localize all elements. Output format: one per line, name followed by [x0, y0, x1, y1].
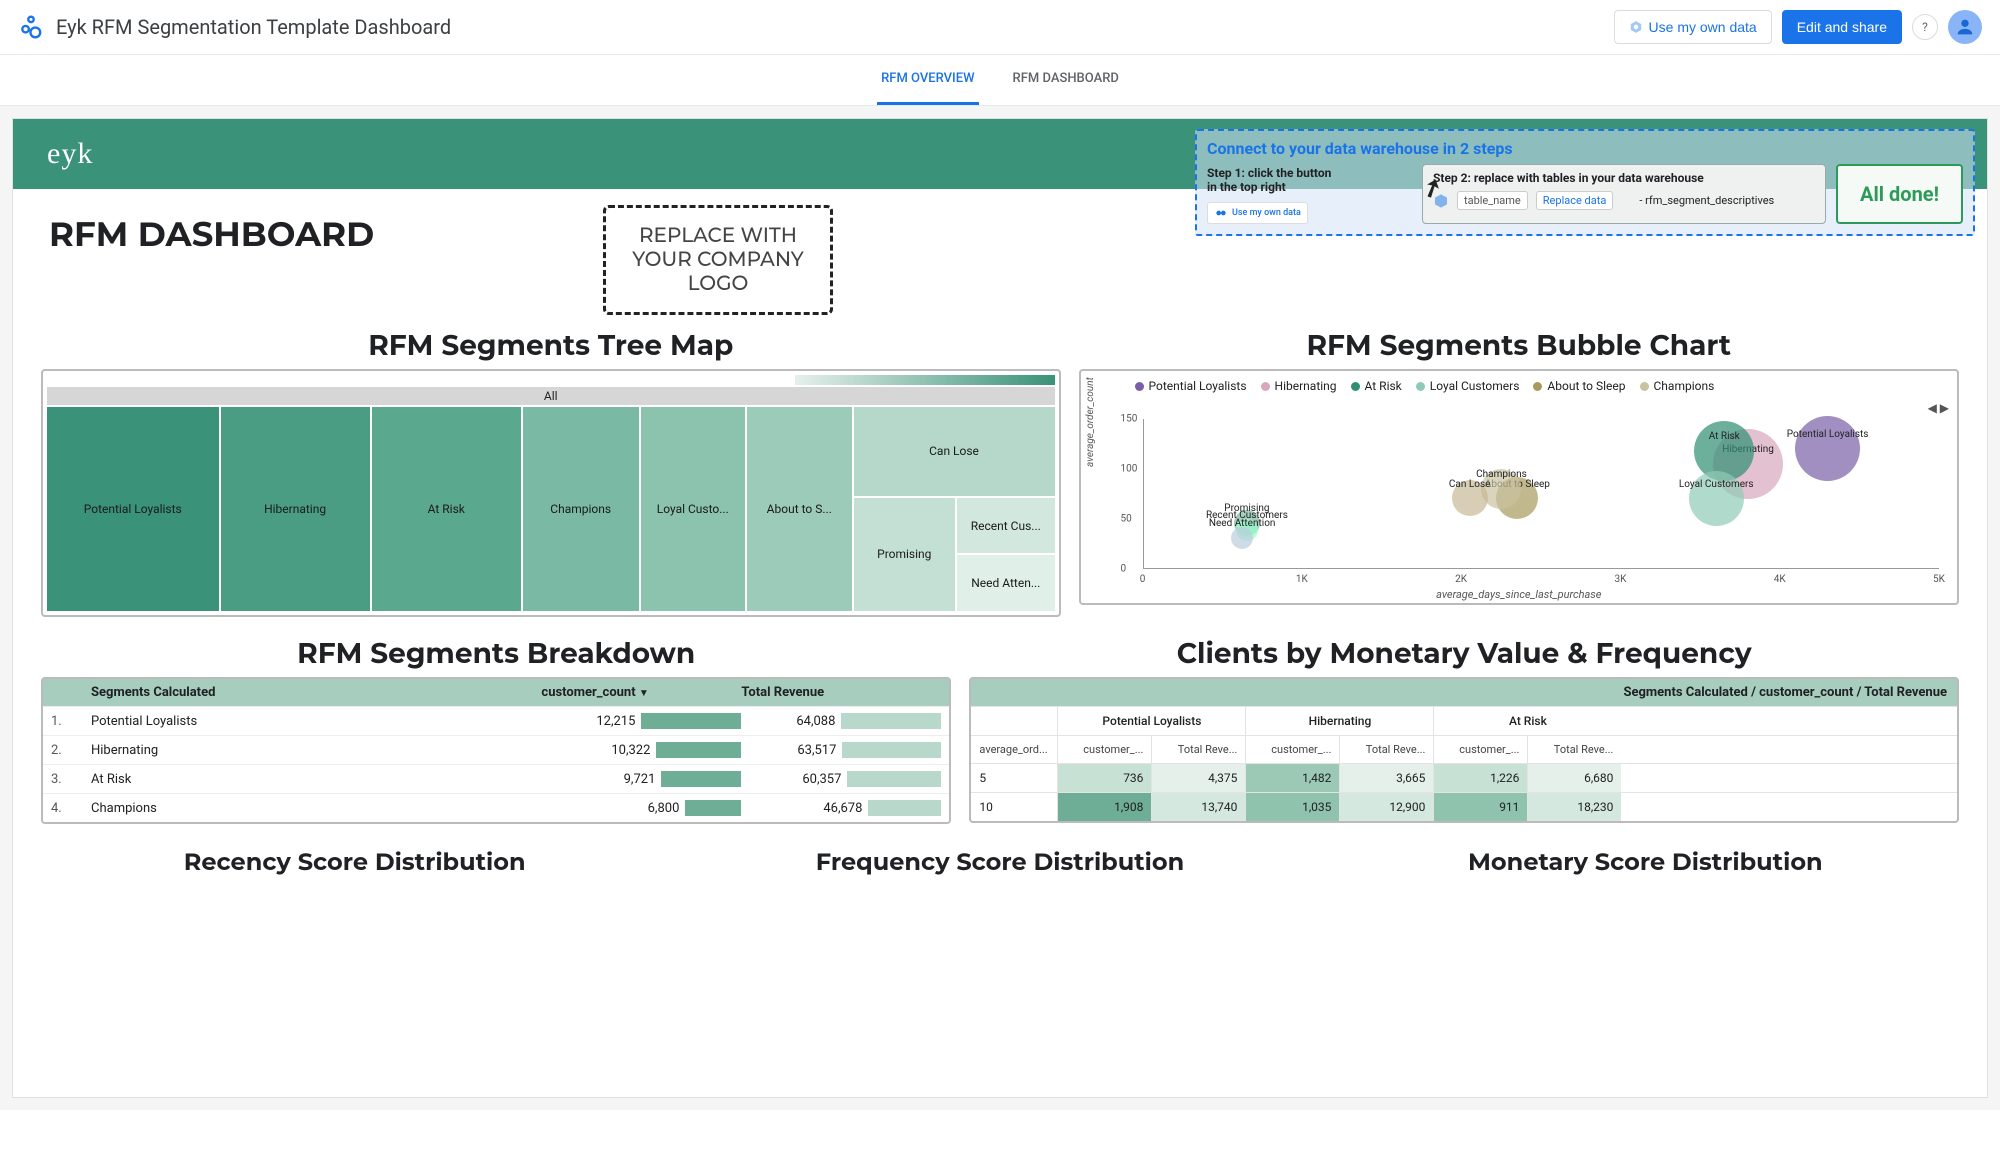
legend-item[interactable]: At Risk [1351, 379, 1402, 393]
page-tabs: RFM OVERVIEW RFM DASHBOARD [0, 55, 2000, 106]
breakdown-title: RFM Segments Breakdown [41, 637, 951, 671]
treemap-cell[interactable]: Recent Cus... [957, 498, 1055, 554]
bigquery-icon [1629, 20, 1643, 34]
bubble-chart[interactable]: Potential Loyalists Hibernating At Risk Loy… [1079, 369, 1959, 605]
connect-step2: Step 2: replace with tables in your data… [1422, 164, 1826, 224]
tab-rfm-dashboard[interactable]: RFM DASHBOARD [1009, 55, 1123, 105]
treemap-cell[interactable]: Loyal Custo... [641, 407, 746, 611]
treemap-cell[interactable]: Promising [854, 498, 956, 611]
eyk-logo: eyk [47, 137, 93, 171]
legend-item[interactable]: Potential Loyalists [1135, 379, 1247, 393]
bubble-point[interactable] [1231, 527, 1253, 549]
frequency-dist-title: Frequency Score Distribution [686, 848, 1313, 877]
legend-item[interactable]: Hibernating [1261, 379, 1337, 393]
doc-title[interactable]: Eyk RFM Segmentation Template Dashboard [56, 15, 1614, 39]
bubble-point[interactable] [1795, 416, 1860, 481]
tab-rfm-overview[interactable]: RFM OVERVIEW [877, 55, 978, 105]
treemap-cell[interactable]: About to S... [747, 407, 852, 611]
use-my-own-data-button[interactable]: Use my own data [1614, 10, 1772, 44]
legend-item[interactable]: About to Sleep [1533, 379, 1625, 393]
treemap-cell[interactable]: Hibernating [221, 407, 370, 611]
company-logo-placeholder: REPLACE WITH YOUR COMPANY LOGO [603, 205, 833, 315]
table-row[interactable]: 4.Champions6,80046,678 [43, 793, 949, 822]
legend-item[interactable]: Champions [1640, 379, 1715, 393]
connect-instructions: Connect to your data warehouse in 2 step… [1195, 129, 1975, 236]
connect-step1: Step 1: click the button in the top righ… [1207, 164, 1412, 224]
treemap-chart[interactable]: All Potential LoyalistsHibernatingAt Ris… [41, 369, 1061, 617]
legend-pager[interactable]: ◀ ▶ [1928, 401, 1949, 415]
pivot-row[interactable]: 101,90813,7401,03512,90091118,230 [971, 792, 1957, 821]
use-my-own-data-chip: Use my own data [1207, 202, 1308, 224]
bubble-title: RFM Segments Bubble Chart [1079, 329, 1959, 363]
user-avatar[interactable] [1948, 10, 1982, 44]
col-customer-count[interactable]: customer_count ▼ [541, 685, 741, 700]
treemap-cell[interactable]: Can Lose [854, 407, 1055, 496]
breakdown-table[interactable]: Segments Calculated customer_count ▼ Tot… [41, 677, 951, 824]
table-row[interactable]: 3.At Risk9,72160,357 [43, 764, 949, 793]
bubble-label: Loyal Customers [1679, 479, 1754, 490]
looker-studio-icon [18, 14, 44, 40]
bubble-legend: Potential Loyalists Hibernating At Risk Loy… [1085, 375, 1953, 395]
treemap-cell[interactable]: Champions [523, 407, 639, 611]
sort-desc-icon: ▼ [639, 688, 649, 699]
bubble-label: Can Lose [1449, 479, 1491, 490]
treemap-root[interactable]: All [47, 387, 1055, 405]
connect-title: Connect to your data warehouse in 2 step… [1207, 139, 1963, 158]
table-row[interactable]: 1.Potential Loyalists12,21564,088 [43, 706, 949, 735]
col-total-revenue[interactable]: Total Revenue [741, 685, 941, 700]
table-row[interactable]: 2.Hibernating10,32263,517 [43, 735, 949, 764]
pivot-table[interactable]: Segments Calculated / customer_count / T… [969, 677, 1959, 823]
edit-and-share-button[interactable]: Edit and share [1782, 10, 1902, 44]
legend-item[interactable]: Loyal Customers [1416, 379, 1520, 393]
treemap-title: RFM Segments Tree Map [41, 329, 1061, 363]
topbar: Eyk RFM Segmentation Template Dashboard … [0, 0, 2000, 55]
report-canvas: eyk Connect to your data warehouse in 2 … [12, 118, 1988, 1098]
bubble-label: Potential Loyalists [1787, 429, 1869, 440]
bubble-label: At Risk [1709, 431, 1740, 442]
pivot-row[interactable]: 57364,3751,4823,6651,2266,680 [971, 763, 1957, 792]
treemap-scale [795, 375, 1055, 385]
treemap-cell[interactable]: Potential Loyalists [47, 407, 219, 611]
pivot-title: Clients by Monetary Value & Frequency [969, 637, 1959, 671]
treemap-cell[interactable]: At Risk [372, 407, 521, 611]
monetary-dist-title: Monetary Score Distribution [1332, 848, 1959, 877]
help-icon[interactable]: ? [1912, 14, 1938, 40]
all-done-button[interactable]: All done! [1836, 164, 1963, 224]
treemap-cell[interactable]: Need Atten... [957, 555, 1055, 611]
col-segments[interactable]: Segments Calculated [91, 685, 541, 700]
bubble-label: Need Attention [1209, 518, 1276, 529]
recency-dist-title: Recency Score Distribution [41, 848, 668, 877]
